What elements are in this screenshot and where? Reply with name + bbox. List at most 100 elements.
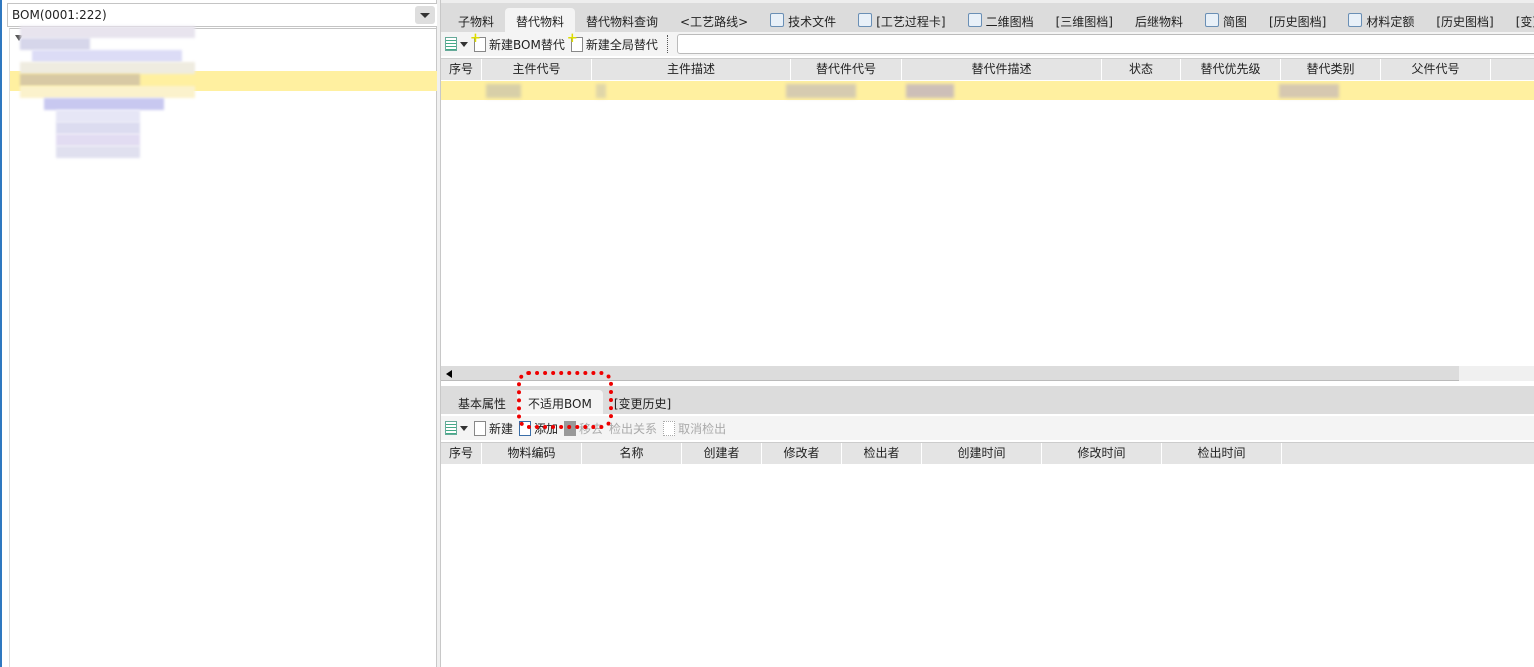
tab-3[interactable]: <工艺路线> bbox=[669, 8, 759, 32]
column-header[interactable]: 替代类别 bbox=[1281, 59, 1381, 80]
add-icon bbox=[519, 420, 532, 436]
tab-2[interactable]: 替代物料查询 bbox=[575, 8, 669, 32]
column-header[interactable]: 名称 bbox=[582, 443, 682, 464]
tab-label: [历史图档] bbox=[1436, 15, 1494, 29]
cancel-checkout-button[interactable]: 取消检出 bbox=[663, 420, 726, 437]
tab-label: 二维图档 bbox=[985, 15, 1034, 29]
new-global-substitute-button[interactable]: 新建全局替代 bbox=[567, 31, 658, 53]
tab-1[interactable]: 不适用BOM bbox=[517, 390, 603, 414]
tab-7[interactable]: [三维图档] bbox=[1045, 8, 1124, 32]
label: 检出关系 bbox=[609, 421, 658, 436]
bom-selector[interactable]: BOM(0001:222) bbox=[7, 3, 439, 27]
tree-node[interactable] bbox=[56, 134, 140, 146]
list-icon bbox=[445, 421, 457, 435]
tree-node[interactable] bbox=[20, 26, 195, 38]
tab-label: 子物料 bbox=[458, 15, 495, 29]
tab-2[interactable]: [变更历史] bbox=[603, 390, 682, 414]
document-icon bbox=[770, 13, 785, 27]
tree-node[interactable] bbox=[20, 62, 195, 74]
view-menu-button[interactable] bbox=[445, 421, 468, 435]
tab-4[interactable]: 技术文件 bbox=[759, 8, 847, 32]
top-toolbar: 新建BOM替代 新建全局替代 bbox=[441, 31, 1534, 56]
column-header[interactable]: 检出时间 bbox=[1162, 443, 1282, 464]
bottom-toolbar: 新建 添加 移去 检出关系 取消检出 bbox=[441, 416, 1534, 440]
column-header[interactable]: 序号 bbox=[441, 59, 482, 80]
tab-label: [工艺过程卡] bbox=[876, 15, 946, 29]
checkout-relation-button[interactable]: 检出关系 bbox=[609, 420, 657, 437]
new-page-icon bbox=[474, 420, 486, 436]
tab-0[interactable]: 基本属性 bbox=[447, 390, 517, 414]
column-header[interactable]: 主件代号 bbox=[482, 59, 592, 80]
sketch-icon bbox=[1204, 13, 1219, 27]
bom-tree[interactable] bbox=[9, 26, 438, 667]
tab-0[interactable]: 子物料 bbox=[447, 8, 505, 32]
search-input[interactable] bbox=[676, 34, 1534, 54]
bottom-table-header: 序号 物料编码 名称 创建者 修改者 检出者 创建时间 修改时间 检出时间 bbox=[441, 442, 1534, 464]
scroll-left-icon[interactable] bbox=[446, 370, 452, 378]
column-header[interactable]: 创建者 bbox=[682, 443, 762, 464]
tab-11[interactable]: 材料定额 bbox=[1337, 8, 1425, 32]
column-header[interactable]: 修改时间 bbox=[1042, 443, 1162, 464]
new-bom-substitute-button[interactable]: 新建BOM替代 bbox=[470, 31, 565, 53]
column-header[interactable]: 父件代号 bbox=[1381, 59, 1491, 80]
column-header[interactable]: 物料编码 bbox=[482, 443, 582, 464]
tab-label: 简图 bbox=[1222, 15, 1247, 29]
tab-5[interactable]: [工艺过程卡] bbox=[847, 8, 956, 32]
tab-8[interactable]: 后继物料 bbox=[1124, 8, 1194, 32]
2d-drawing-icon bbox=[967, 13, 982, 27]
tab-label: 材料定额 bbox=[1366, 15, 1415, 29]
tab-label: 后继物料 bbox=[1134, 15, 1183, 29]
column-header[interactable]: 创建时间 bbox=[922, 443, 1042, 464]
column-header[interactable]: 替代件代号 bbox=[791, 59, 902, 80]
tree-node[interactable] bbox=[20, 38, 90, 50]
remove-icon bbox=[564, 420, 577, 436]
new-button[interactable]: 新建 bbox=[474, 420, 513, 437]
bom-selector-value: BOM(0001:222) bbox=[12, 8, 107, 22]
new-page-icon bbox=[470, 31, 486, 52]
tree-node[interactable] bbox=[44, 98, 164, 110]
column-header[interactable]: 序号 bbox=[441, 443, 482, 464]
process-card-icon bbox=[858, 13, 873, 27]
tree-node[interactable] bbox=[56, 110, 140, 122]
tab-label: [历史图档] bbox=[1268, 15, 1327, 29]
tree-node[interactable] bbox=[20, 74, 140, 86]
tab-10[interactable]: [历史图档] bbox=[1258, 8, 1337, 32]
caret-down-icon bbox=[460, 425, 468, 431]
column-header[interactable]: 替代优先级 bbox=[1181, 59, 1281, 80]
tab-label: <工艺路线> bbox=[680, 15, 749, 29]
label: 添加 bbox=[534, 421, 559, 436]
tree-node[interactable] bbox=[32, 50, 182, 62]
column-header[interactable]: 修改者 bbox=[762, 443, 842, 464]
tree-node[interactable] bbox=[56, 122, 140, 134]
tab-12[interactable]: [历史图档] bbox=[1425, 8, 1504, 32]
tab-9[interactable]: 简图 bbox=[1194, 8, 1258, 32]
tree-node[interactable] bbox=[20, 86, 195, 98]
add-button[interactable]: 添加 bbox=[519, 420, 558, 437]
new-page-icon bbox=[567, 31, 583, 52]
tab-1[interactable]: 替代物料 bbox=[505, 8, 576, 32]
tab-13[interactable]: [变更历史 bbox=[1505, 8, 1534, 32]
label: 取消检出 bbox=[678, 421, 727, 436]
top-tabbar: 子物料 替代物料 替代物料查询 <工艺路线> 技术文件 [工艺过程卡] 二维图档 [三维图档]… bbox=[441, 0, 1534, 32]
label: 新建 bbox=[489, 421, 514, 436]
tab-6[interactable]: 二维图档 bbox=[957, 8, 1045, 32]
bottom-tabbar: 基本属性 不适用BOM [变更历史] bbox=[441, 386, 1534, 414]
horizontal-scrollbar[interactable] bbox=[441, 366, 1534, 381]
column-header[interactable]: 状态 bbox=[1102, 59, 1181, 80]
tab-label: [变更历史 bbox=[1515, 15, 1534, 29]
chevron-down-icon[interactable] bbox=[415, 6, 435, 24]
view-menu-button[interactable] bbox=[445, 37, 468, 51]
tab-label: 技术文件 bbox=[788, 15, 837, 29]
tree-node[interactable] bbox=[56, 146, 140, 158]
column-header[interactable]: 检出者 bbox=[842, 443, 922, 464]
divider bbox=[666, 35, 668, 53]
column-header[interactable]: 替代件描述 bbox=[902, 59, 1102, 80]
remove-button[interactable]: 移去 bbox=[564, 420, 603, 437]
cancel-checkout-icon bbox=[663, 420, 676, 436]
list-icon bbox=[445, 37, 457, 51]
column-header[interactable]: 主件描述 bbox=[592, 59, 791, 80]
tab-label: 替代物料 bbox=[516, 15, 565, 29]
table-row[interactable] bbox=[441, 81, 1534, 100]
label: 新建全局替代 bbox=[585, 37, 658, 52]
label: 移去 bbox=[579, 421, 604, 436]
